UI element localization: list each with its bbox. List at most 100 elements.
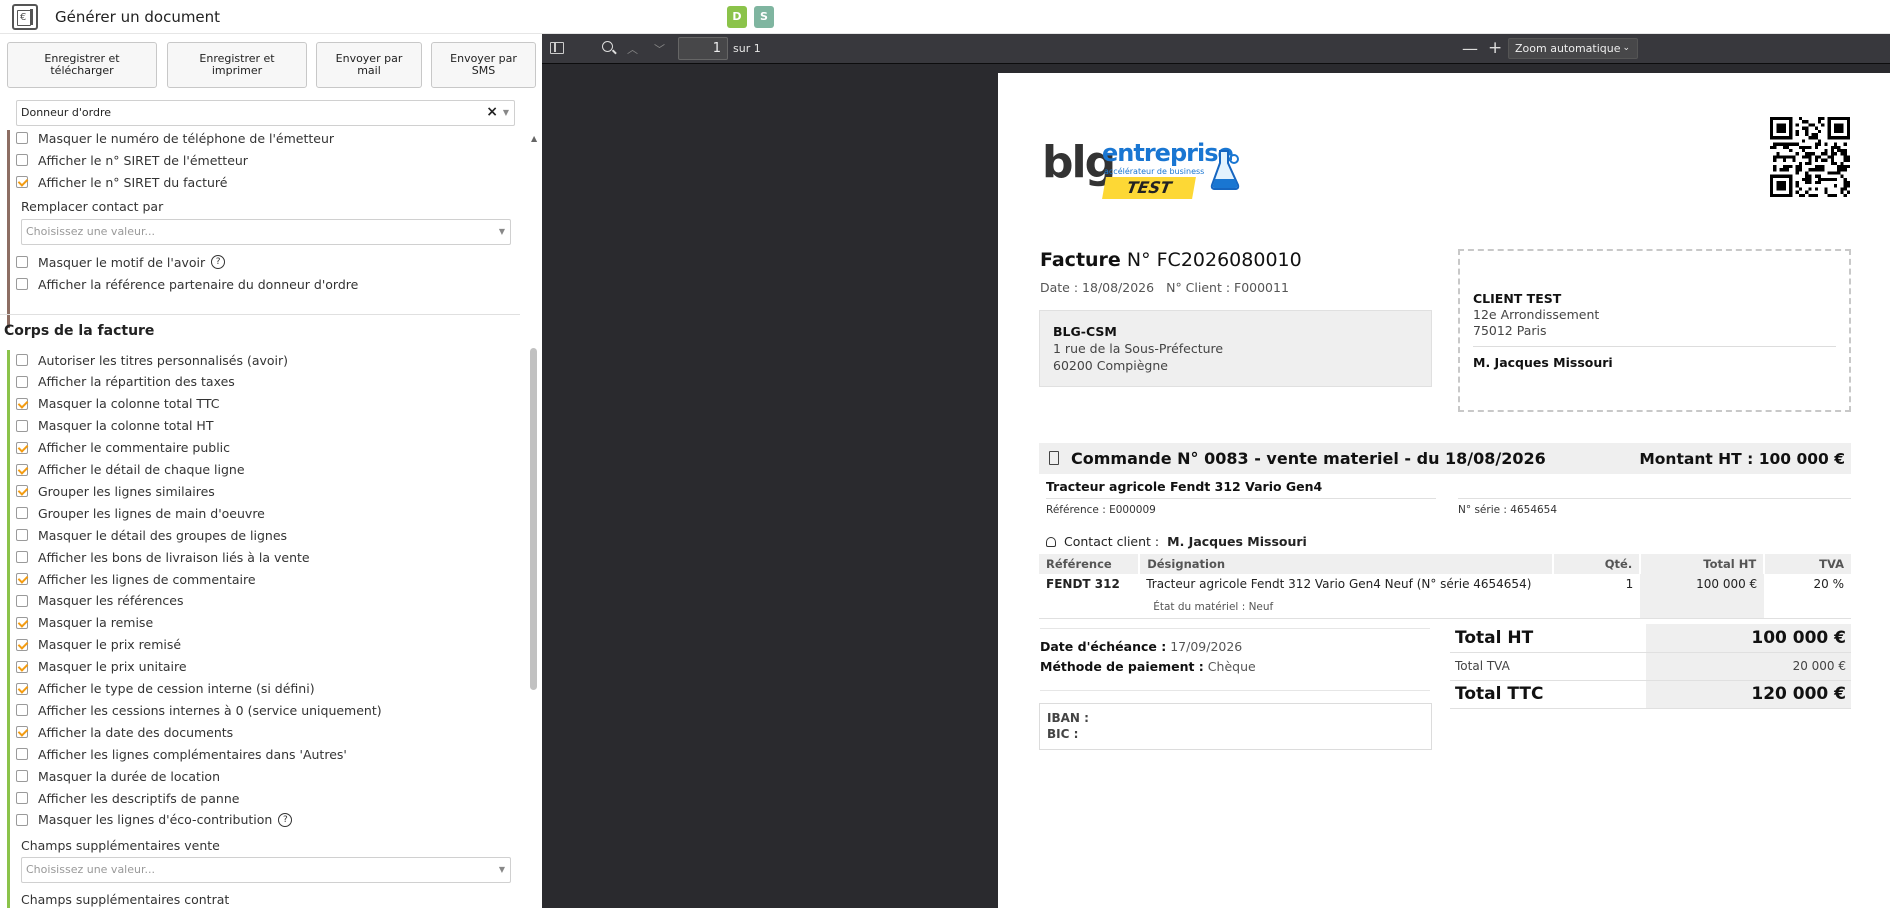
option-checkbox-row[interactable]: Masquer la colonne total TTC	[16, 395, 219, 413]
total-ht-value: 100 000 €	[1646, 624, 1851, 653]
option-checkbox-row[interactable]: Masquer le numéro de téléphone de l'émet…	[16, 129, 334, 147]
checkbox[interactable]	[16, 594, 28, 607]
checkbox[interactable]	[16, 278, 28, 290]
issuer-address: BLG-CSM 1 rue de la Sous-Préfecture 6020…	[1039, 310, 1432, 387]
chevron-up-icon[interactable]: ︿	[627, 41, 638, 57]
option-checkbox-row[interactable]: Afficher la répartition des taxes	[16, 373, 235, 391]
tag-s-badge[interactable]: S	[754, 6, 774, 28]
checkbox[interactable]	[16, 573, 28, 585]
extra-fields-sale-select[interactable]: Choisissez une valeur... ▼	[21, 857, 511, 883]
checkbox[interactable]	[16, 397, 28, 410]
option-label: Masquer le prix unitaire	[38, 659, 187, 675]
search-icon[interactable]	[602, 41, 613, 52]
option-checkbox-row[interactable]: Masquer la durée de location	[16, 767, 220, 785]
payment-terms: Date d'échéance : 17/09/2026 Méthode de …	[1040, 628, 1430, 677]
option-checkbox-row[interactable]: Afficher les descriptifs de panne	[16, 789, 239, 807]
send-sms-button[interactable]: Envoyer par SMS	[431, 42, 536, 88]
checkbox[interactable]	[16, 485, 28, 498]
column-header: TVA	[1764, 554, 1851, 574]
option-checkbox-row[interactable]: Afficher la référence partenaire du donn…	[16, 275, 358, 293]
checkbox[interactable]	[16, 354, 28, 366]
option-checkbox-row[interactable]: Masquer le prix remisé	[16, 636, 181, 654]
scrollbar[interactable]	[530, 348, 537, 690]
empty-cell	[1764, 598, 1851, 619]
checkbox[interactable]	[16, 726, 28, 739]
extra-fields-contract-label: Champs supplémentaires contrat	[21, 892, 230, 907]
checkbox[interactable]	[16, 375, 28, 388]
option-checkbox-row[interactable]: Masquer le motif de l'avoir?	[16, 253, 226, 271]
zoom-in-icon[interactable]: +	[1488, 38, 1502, 58]
options-scroll-area[interactable]: Donneur d'ordre × ▼ Masquer le numéro de…	[0, 96, 540, 908]
replace-contact-select[interactable]: Choisissez une valeur... ▼	[21, 219, 511, 245]
option-checkbox-row[interactable]: Afficher le type de cession interne (si …	[16, 680, 315, 698]
checkbox[interactable]	[16, 704, 28, 717]
option-checkbox-row[interactable]: Afficher le n° SIRET du facturé	[16, 173, 227, 191]
zoom-select[interactable]: Zoom automatique ⌄	[1508, 38, 1638, 59]
checkbox[interactable]	[16, 132, 28, 144]
checkbox[interactable]	[16, 616, 28, 629]
total-ht-label: Total HT	[1450, 624, 1646, 653]
checkbox[interactable]	[16, 154, 28, 166]
section-divider	[0, 314, 520, 315]
zoom-out-icon[interactable]: —	[1462, 39, 1478, 58]
help-icon[interactable]: ?	[211, 255, 226, 269]
replace-contact-label: Remplacer contact par	[21, 199, 164, 214]
option-checkbox-row[interactable]: Masquer les lignes d'éco-contribution?	[16, 811, 293, 829]
chevron-down-icon: ▼	[502, 108, 509, 117]
total-ttc-value: 120 000 €	[1646, 680, 1851, 709]
divider	[1046, 498, 1436, 499]
checkbox[interactable]	[16, 256, 28, 268]
donneur-ordre-select[interactable]: Donneur d'ordre × ▼	[16, 100, 515, 126]
checkbox[interactable]	[16, 463, 28, 476]
save-download-button[interactable]: Enregistrer et télécharger	[7, 42, 157, 88]
send-mail-button[interactable]: Envoyer par mail	[316, 42, 422, 88]
checkbox[interactable]	[16, 441, 28, 454]
sidebar-toggle-icon[interactable]	[550, 42, 564, 54]
checkbox[interactable]	[16, 176, 28, 188]
option-label: Autoriser les titres personnalisés (avoi…	[38, 352, 289, 368]
option-checkbox-row[interactable]: Autoriser les titres personnalisés (avoi…	[16, 351, 288, 369]
pdf-viewer: ︿ ﹀ 1 sur 1 — + Zoom automatique ⌄ blg e…	[542, 34, 1890, 908]
option-checkbox-row[interactable]: Afficher le commentaire public	[16, 439, 230, 457]
checkbox[interactable]	[16, 792, 28, 804]
cell-total-ht: 100 000 €	[1640, 574, 1765, 598]
checkbox[interactable]	[16, 770, 28, 783]
option-checkbox-row[interactable]: Masquer le détail des groupes de lignes	[16, 526, 287, 544]
checkbox[interactable]	[16, 507, 28, 520]
option-checkbox-row[interactable]: Afficher les lignes de commentaire	[16, 570, 256, 588]
save-print-button[interactable]: Enregistrer et imprimer	[167, 42, 307, 88]
option-checkbox-row[interactable]: Masquer la colonne total HT	[16, 417, 213, 435]
option-checkbox-row[interactable]: Masquer le prix unitaire	[16, 658, 187, 676]
checkbox[interactable]	[16, 660, 28, 673]
clear-icon[interactable]: ×	[486, 100, 498, 124]
checkbox[interactable]	[16, 638, 28, 651]
scroll-up-icon[interactable]: ▲	[531, 134, 537, 143]
total-tva-value: 20 000 €	[1646, 652, 1851, 681]
checkbox[interactable]	[16, 419, 28, 432]
bank-details: IBAN : BIC :	[1039, 703, 1432, 750]
page-number-input[interactable]: 1	[678, 37, 728, 60]
option-checkbox-row[interactable]: Afficher le n° SIRET de l'émetteur	[16, 151, 248, 169]
option-label: Afficher le n° SIRET du facturé	[38, 174, 228, 190]
tag-d-badge[interactable]: D	[727, 6, 747, 28]
checkbox[interactable]	[16, 682, 28, 695]
checkbox[interactable]	[16, 813, 28, 826]
checkbox[interactable]	[16, 748, 28, 761]
help-icon[interactable]: ?	[278, 812, 293, 827]
option-checkbox-row[interactable]: Masquer la remise	[16, 614, 153, 632]
chevron-down-icon[interactable]: ﹀	[654, 41, 665, 57]
option-checkbox-row[interactable]: Afficher les lignes complémentaires dans…	[16, 745, 347, 763]
option-checkbox-row[interactable]: Afficher les cessions internes à 0 (serv…	[16, 701, 382, 719]
product-reference: Référence : E000009	[1046, 504, 1156, 516]
chevron-down-icon: ⌄	[1622, 43, 1630, 53]
option-checkbox-row[interactable]: Grouper les lignes similaires	[16, 482, 215, 500]
option-checkbox-row[interactable]: Masquer les références	[16, 592, 183, 610]
option-checkbox-row[interactable]: Afficher la date des documents	[16, 723, 233, 741]
option-checkbox-row[interactable]: Grouper les lignes de main d'oeuvre	[16, 504, 265, 522]
option-checkbox-row[interactable]: Afficher les bons de livraison liés à la…	[16, 548, 310, 566]
checkbox[interactable]	[16, 529, 28, 542]
checkbox[interactable]	[16, 551, 28, 564]
invoice-icon: €	[12, 4, 38, 30]
option-label: Afficher la référence partenaire du donn…	[38, 276, 359, 292]
option-checkbox-row[interactable]: Afficher le détail de chaque ligne	[16, 461, 245, 479]
